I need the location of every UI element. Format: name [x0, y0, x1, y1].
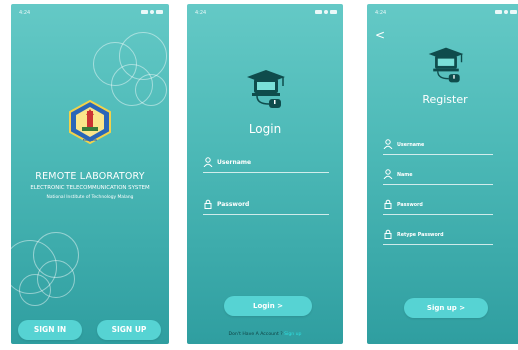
- wifi-icon: [324, 10, 328, 14]
- sign-in-button[interactable]: SIGN IN: [18, 320, 82, 340]
- app-title: REMOTE LABORATORY: [35, 171, 145, 182]
- app-subtitle: ELECTRONIC TELECOMMUNICATION SYSTEM: [30, 185, 150, 191]
- lock-icon: [384, 229, 392, 239]
- battery-icon: [330, 10, 337, 14]
- decor-circle: [135, 74, 167, 106]
- signal-icon: [315, 10, 322, 14]
- sign-up-button[interactable]: SIGN UP: [97, 320, 161, 340]
- welcome-screen: 4:24 MALANG REMOTE LABORATORY ELECTRONIC…: [11, 4, 169, 344]
- retype-password-label: Retype Password: [397, 233, 444, 238]
- graduation-laptop-logo-icon: [247, 70, 285, 108]
- status-time: 4:24: [375, 10, 387, 16]
- signup-prompt: Don't Have A Account ? Sign up: [187, 332, 343, 337]
- status-time: 4:24: [195, 10, 207, 16]
- password-label: Password: [397, 203, 423, 208]
- emblem-caption: MALANG: [82, 138, 98, 142]
- status-icons: [315, 10, 337, 14]
- signal-icon: [141, 10, 148, 14]
- user-icon: [383, 169, 393, 179]
- sign-up-link[interactable]: Sign up: [284, 332, 301, 337]
- page-title: Login: [248, 122, 282, 136]
- user-icon: [203, 157, 213, 167]
- status-icons: [141, 10, 163, 14]
- status-icons: [495, 10, 517, 14]
- password-field[interactable]: Password: [203, 194, 329, 215]
- institute-name: National Institute of Technology Malang: [46, 195, 134, 200]
- status-time: 4:24: [19, 10, 31, 16]
- graduation-laptop-logo-icon: [428, 47, 464, 83]
- signal-icon: [495, 10, 502, 14]
- battery-icon: [156, 10, 163, 14]
- page-title: Register: [422, 93, 468, 106]
- password-label: Password: [217, 201, 250, 208]
- sign-up-button[interactable]: Sign up >: [404, 298, 488, 318]
- retype-password-field[interactable]: Retype Password: [383, 224, 493, 245]
- back-arrow-icon[interactable]: <: [375, 28, 385, 42]
- username-label: Username: [397, 143, 425, 148]
- name-field[interactable]: Name: [383, 164, 493, 185]
- login-screen: 4:24 Login Username Password Login > Don…: [187, 4, 343, 344]
- status-bar: 4:24: [19, 10, 163, 18]
- user-icon: [383, 139, 393, 149]
- password-field[interactable]: Password: [383, 194, 493, 215]
- wifi-icon: [504, 10, 508, 14]
- decor-circle: [19, 274, 51, 306]
- wifi-icon: [150, 10, 154, 14]
- lock-icon: [384, 199, 392, 209]
- status-bar: 4:24: [375, 10, 517, 18]
- username-field[interactable]: Username: [383, 134, 493, 155]
- name-label: Name: [397, 173, 413, 178]
- account-prompt-text: Don't Have A Account ?: [228, 332, 283, 337]
- username-field[interactable]: Username: [203, 152, 329, 173]
- status-bar: 4:24: [195, 10, 337, 18]
- register-screen: 4:24 < Register Username Name Password R…: [367, 4, 518, 344]
- login-button[interactable]: Login >: [224, 296, 312, 316]
- lock-icon: [204, 199, 212, 209]
- battery-icon: [510, 10, 517, 14]
- username-label: Username: [217, 159, 252, 166]
